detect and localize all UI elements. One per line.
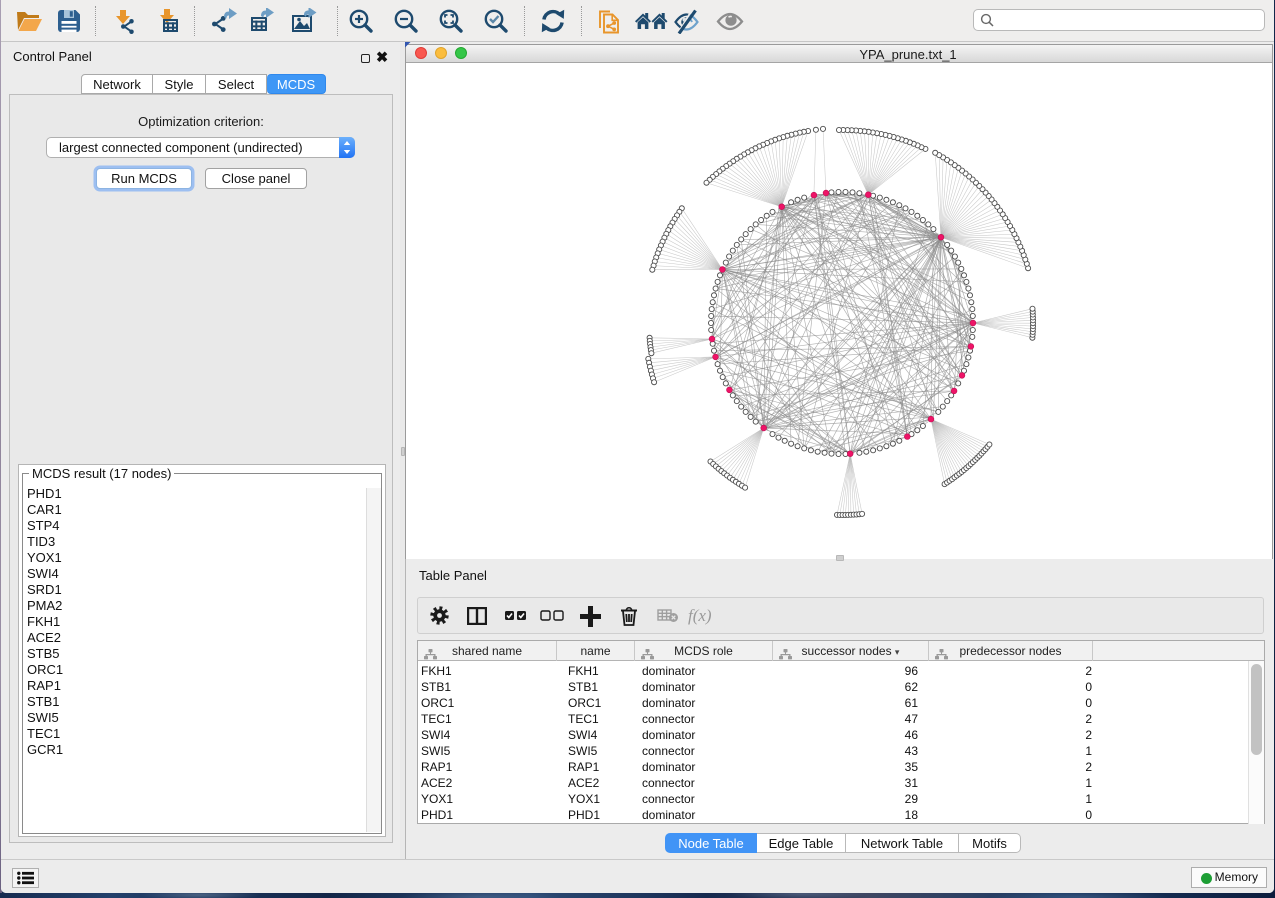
svg-text:f(x): f(x)	[688, 606, 712, 625]
